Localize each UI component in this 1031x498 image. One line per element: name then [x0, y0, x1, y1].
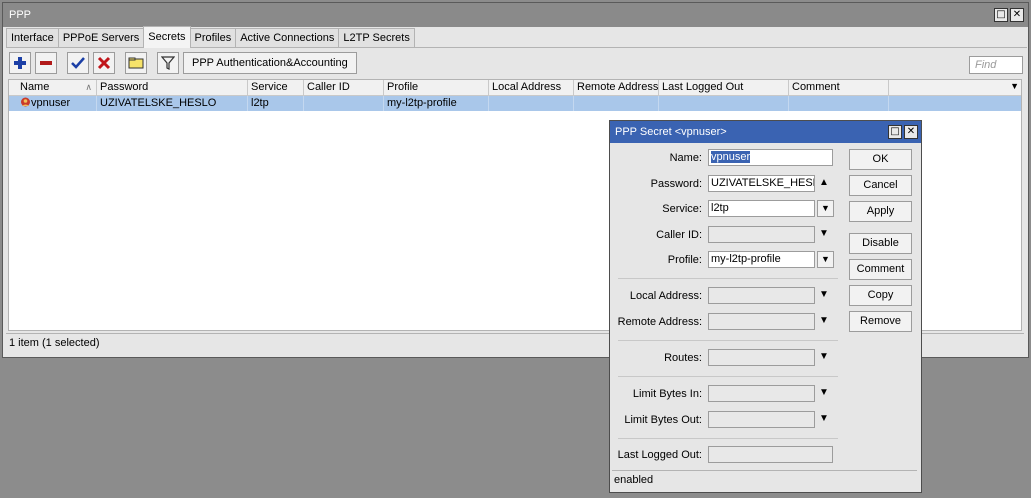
- name-field[interactable]: vpnuser: [708, 149, 833, 166]
- separator: [618, 340, 838, 341]
- dialog-maximize-icon[interactable]: □: [888, 125, 902, 139]
- dialog-status: enabled: [612, 470, 917, 490]
- note-icon: [128, 57, 144, 69]
- disable-button[interactable]: [93, 52, 115, 74]
- tab-interface[interactable]: Interface: [6, 28, 59, 48]
- col-password[interactable]: Password: [97, 80, 248, 96]
- sort-asc-icon: ∧: [85, 82, 92, 92]
- service-label: Service:: [662, 203, 702, 215]
- cell-service: l2tp: [248, 96, 304, 111]
- tab-bar: Interface PPPoE Servers Secrets Profiles…: [6, 26, 415, 48]
- last-logged-out-field: [708, 446, 833, 463]
- profile-label: Profile:: [667, 254, 702, 266]
- separator: [618, 438, 838, 439]
- col-caller-id[interactable]: Caller ID: [304, 80, 384, 96]
- remote-address-label: Remote Address:: [617, 316, 702, 328]
- password-label: Password:: [650, 178, 702, 190]
- dialog-titlebar[interactable]: PPP Secret <vpnuser> □ ✕: [610, 121, 921, 143]
- profile-select[interactable]: my-l2tp-profile: [708, 251, 815, 268]
- enable-button[interactable]: [67, 52, 89, 74]
- expand-down-icon[interactable]: ▼: [819, 226, 829, 242]
- col-remote-address[interactable]: Remote Address: [574, 80, 659, 96]
- limit-bytes-in-label: Limit Bytes In:: [632, 388, 702, 400]
- collapse-up-icon[interactable]: ▲: [819, 175, 829, 191]
- columns-dropdown-icon[interactable]: ▼: [1010, 81, 1019, 91]
- cell-last-logged-out: [659, 96, 789, 111]
- add-button[interactable]: [9, 52, 31, 74]
- check-icon: [71, 57, 85, 69]
- col-service[interactable]: Service: [248, 80, 304, 96]
- tab-profiles[interactable]: Profiles: [189, 28, 237, 48]
- tab-l2tp-secrets[interactable]: L2TP Secrets: [338, 28, 415, 48]
- cell-remote-address: [574, 96, 659, 111]
- limit-bytes-out-label: Limit Bytes Out:: [624, 414, 702, 426]
- limit-bytes-out-field[interactable]: [708, 411, 815, 428]
- window-titlebar[interactable]: PPP □ ✕: [3, 3, 1028, 27]
- col-last-logged-out[interactable]: Last Logged Out: [659, 80, 789, 96]
- cell-password: UZIVATELSKE_HESLO: [97, 96, 248, 111]
- tab-pppoe-servers[interactable]: PPPoE Servers: [57, 28, 145, 48]
- caller-id-field[interactable]: [708, 226, 815, 243]
- close-icon[interactable]: ✕: [1010, 8, 1024, 22]
- name-label: Name:: [669, 152, 702, 164]
- table-header: Name ∧ Password Service Caller ID Profile…: [9, 80, 1021, 96]
- password-field[interactable]: UZIVATELSKE_HESLO: [708, 175, 815, 192]
- toolbar: PPP Authentication&Accounting: [9, 52, 357, 74]
- comment-button[interactable]: Comment: [849, 259, 912, 280]
- dialog-title: PPP Secret <vpnuser>: [615, 126, 727, 138]
- find-input[interactable]: Find: [969, 56, 1023, 74]
- filter-button[interactable]: [157, 52, 179, 74]
- expand-down-icon[interactable]: ▼: [819, 287, 829, 303]
- copy-button[interactable]: Copy: [849, 285, 912, 306]
- col-name[interactable]: Name ∧: [17, 80, 97, 96]
- cell-caller-id: [304, 96, 384, 111]
- dialog-close-icon[interactable]: ✕: [904, 125, 918, 139]
- local-address-field[interactable]: [708, 287, 815, 304]
- col-local-address[interactable]: Local Address: [489, 80, 574, 96]
- remove-button[interactable]: Remove: [849, 311, 912, 332]
- apply-button[interactable]: Apply: [849, 201, 912, 222]
- separator: [618, 278, 838, 279]
- tab-active-connections[interactable]: Active Connections: [235, 28, 340, 48]
- profile-dropdown-icon[interactable]: ▼: [817, 251, 834, 268]
- caller-id-label: Caller ID:: [656, 229, 702, 241]
- routes-field[interactable]: [708, 349, 815, 366]
- service-dropdown-icon[interactable]: ▼: [817, 200, 834, 217]
- maximize-icon[interactable]: □: [994, 8, 1008, 22]
- local-address-label: Local Address:: [629, 290, 702, 302]
- routes-label: Routes:: [664, 352, 702, 364]
- window-title: PPP: [9, 9, 32, 21]
- expand-down-icon[interactable]: ▼: [819, 385, 829, 401]
- comment-button[interactable]: [125, 52, 147, 74]
- remove-button[interactable]: [35, 52, 57, 74]
- user-icon: [21, 97, 30, 107]
- ppp-secret-dialog: PPP Secret <vpnuser> □ ✕ Name: vpnuser P…: [609, 120, 922, 493]
- cell-name: vpnuser: [17, 96, 97, 111]
- tab-secrets[interactable]: Secrets: [143, 26, 191, 48]
- service-select[interactable]: l2tp: [708, 200, 815, 217]
- cell-local-address: [489, 96, 574, 111]
- filter-icon: [161, 56, 175, 70]
- minus-icon: [40, 61, 52, 65]
- ok-button[interactable]: OK: [849, 149, 912, 170]
- col-comment[interactable]: Comment: [789, 80, 889, 96]
- disable-button[interactable]: Disable: [849, 233, 912, 254]
- col-profile[interactable]: Profile: [384, 80, 489, 96]
- separator: [618, 376, 838, 377]
- expand-down-icon[interactable]: ▼: [819, 349, 829, 365]
- expand-down-icon[interactable]: ▼: [819, 313, 829, 329]
- x-icon: [97, 56, 111, 70]
- last-logged-out-label: Last Logged Out:: [617, 449, 702, 461]
- expand-down-icon[interactable]: ▼: [819, 411, 829, 427]
- plus-icon: [14, 57, 26, 69]
- cell-comment: [789, 96, 889, 111]
- ppp-auth-accounting-button[interactable]: PPP Authentication&Accounting: [183, 52, 357, 74]
- remote-address-field[interactable]: [708, 313, 815, 330]
- cell-profile: my-l2tp-profile: [384, 96, 489, 111]
- limit-bytes-in-field[interactable]: [708, 385, 815, 402]
- cancel-button[interactable]: Cancel: [849, 175, 912, 196]
- table-row[interactable]: vpnuser UZIVATELSKE_HESLO l2tp my-l2tp-p…: [9, 96, 1021, 111]
